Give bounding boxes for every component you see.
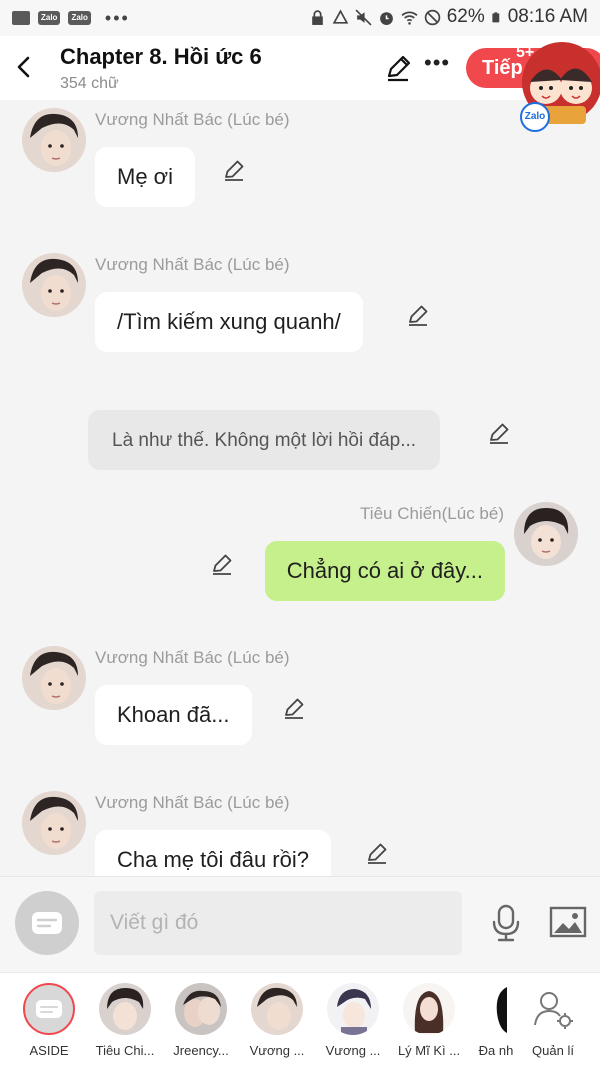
message-bubble[interactable]: Mẹ ơi (95, 147, 195, 207)
message-left: Vương Nhất Bác (Lúc bé) Mẹ ơi (0, 100, 600, 210)
edit-message-icon[interactable] (210, 552, 234, 576)
sender-name: Vương Nhất Bác (Lúc bé) (95, 648, 290, 667)
status-left: Zalo Zalo ••• (12, 8, 130, 29)
character-selector: ASIDE Tiêu Chi... Jreency... Vương ... V… (0, 972, 600, 1067)
status-right: 62% 08:16 AM (309, 6, 588, 28)
clock-time: 08:16 AM (507, 6, 588, 27)
character-ly-mi-ki[interactable]: Lý Mĩ Kì ... (391, 981, 467, 1065)
avatar-vuong-nhat-bac[interactable] (22, 108, 86, 172)
character-vuong[interactable]: Vương ... (239, 981, 315, 1065)
notification-badge: 5+ (516, 44, 535, 61)
back-arrow-icon[interactable] (12, 52, 36, 82)
blocked-icon (424, 9, 440, 25)
aside-icon (23, 983, 75, 1035)
avatar-vuong-nhat-bac[interactable] (22, 253, 86, 317)
narration-message: Là như thế. Không một lời hồi đáp... (0, 410, 600, 472)
message-right: Tiêu Chiến(Lúc bé) Chẳng có ai ở đây... (0, 498, 600, 608)
chapter-header: Chapter 8. Hồi ức 6 354 chữ ••• Tiếp Zal… (0, 36, 600, 132)
manage-users-icon (527, 983, 579, 1035)
battery-level: 62% (446, 6, 485, 27)
message-left: Vương Nhất Bác (Lúc bé) Khoan đã... (0, 638, 600, 748)
character-avatar (327, 983, 379, 1035)
status-bar: Zalo Zalo ••• 62% 08:16 AM (0, 0, 600, 36)
zalo-notification-icon: Zalo (68, 11, 91, 25)
message-bubble[interactable]: Khoan đã... (95, 685, 252, 745)
message-left: Vương Nhất Bác (Lúc bé) Cha mẹ tôi đâu r… (0, 783, 600, 876)
microphone-icon[interactable] (486, 903, 526, 943)
gallery-notification-icon (12, 11, 30, 25)
recycle-icon (332, 8, 348, 24)
narration-bubble[interactable]: Là như thế. Không một lời hồi đáp... (88, 410, 441, 470)
character-label: ASIDE (29, 1043, 69, 1058)
lock-icon (311, 9, 323, 25)
edit-pencil-icon[interactable] (384, 54, 412, 82)
chapter-title: Chapter 8. Hồi ức 6 (60, 44, 262, 69)
sender-name: Vương Nhất Bác (Lúc bé) (95, 793, 290, 812)
character-jreency[interactable]: Jreency... (163, 981, 239, 1065)
message-composer (0, 876, 600, 972)
image-upload-icon[interactable] (548, 903, 588, 943)
more-options-icon[interactable]: ••• (424, 52, 450, 82)
alarm-icon (379, 11, 393, 25)
character-avatar (251, 983, 303, 1035)
character-label: Jreency... (173, 1043, 229, 1058)
edit-message-icon[interactable] (365, 841, 389, 865)
zalo-notification-icon: Zalo (38, 11, 61, 25)
character-vuong-2[interactable]: Vương ... (315, 981, 391, 1065)
avatar-tieu-chien[interactable] (514, 502, 578, 566)
mute-icon (355, 8, 372, 26)
sender-name: Vương Nhất Bác (Lúc bé) (95, 255, 290, 274)
character-tieu-chien[interactable]: Tiêu Chi... (87, 981, 163, 1065)
edit-message-icon[interactable] (282, 696, 306, 720)
character-avatar (175, 983, 227, 1035)
message-bubble[interactable]: Cha mẹ tôi đâu rồi? (95, 830, 331, 876)
character-aside[interactable]: ASIDE (11, 981, 87, 1065)
word-count: 354 chữ (60, 75, 119, 92)
sender-name: Vương Nhất Bác (Lúc bé) (95, 110, 290, 129)
message-bubble-own[interactable]: Chẳng có ai ở đây... (264, 541, 505, 601)
edit-message-icon[interactable] (406, 303, 430, 327)
chat-bubble-icon (32, 912, 62, 934)
chat-area[interactable]: Vương Nhất Bác (Lúc bé) Mẹ ơi Vương Nhất… (0, 100, 600, 876)
edit-message-icon[interactable] (222, 158, 246, 182)
chat-mode-button[interactable] (15, 891, 79, 955)
manage-characters-button[interactable]: Quản lí (515, 981, 591, 1065)
character-label: Tiêu Chi... (95, 1043, 155, 1058)
character-label: Quản lí (532, 1043, 574, 1058)
avatar-vuong-nhat-bac[interactable] (22, 646, 86, 710)
character-avatar (99, 983, 151, 1035)
avatar-vuong-nhat-bac[interactable] (22, 791, 86, 855)
sender-name: Tiêu Chiến(Lúc bé) (360, 504, 504, 523)
battery-icon (492, 11, 499, 22)
character-avatar (403, 983, 455, 1035)
wifi-icon (401, 11, 418, 25)
character-label: Lý Mĩ Kì ... (397, 1043, 461, 1058)
message-input[interactable] (94, 891, 462, 955)
message-bubble[interactable]: /Tìm kiếm xung quanh/ (95, 292, 363, 352)
edit-message-icon[interactable] (487, 421, 511, 445)
character-label: Vương ... (249, 1043, 305, 1058)
character-label: Vương ... (325, 1043, 381, 1058)
more-notifications-icon: ••• (104, 7, 130, 28)
message-left: Vương Nhất Bác (Lúc bé) /Tìm kiếm xung q… (0, 245, 600, 355)
